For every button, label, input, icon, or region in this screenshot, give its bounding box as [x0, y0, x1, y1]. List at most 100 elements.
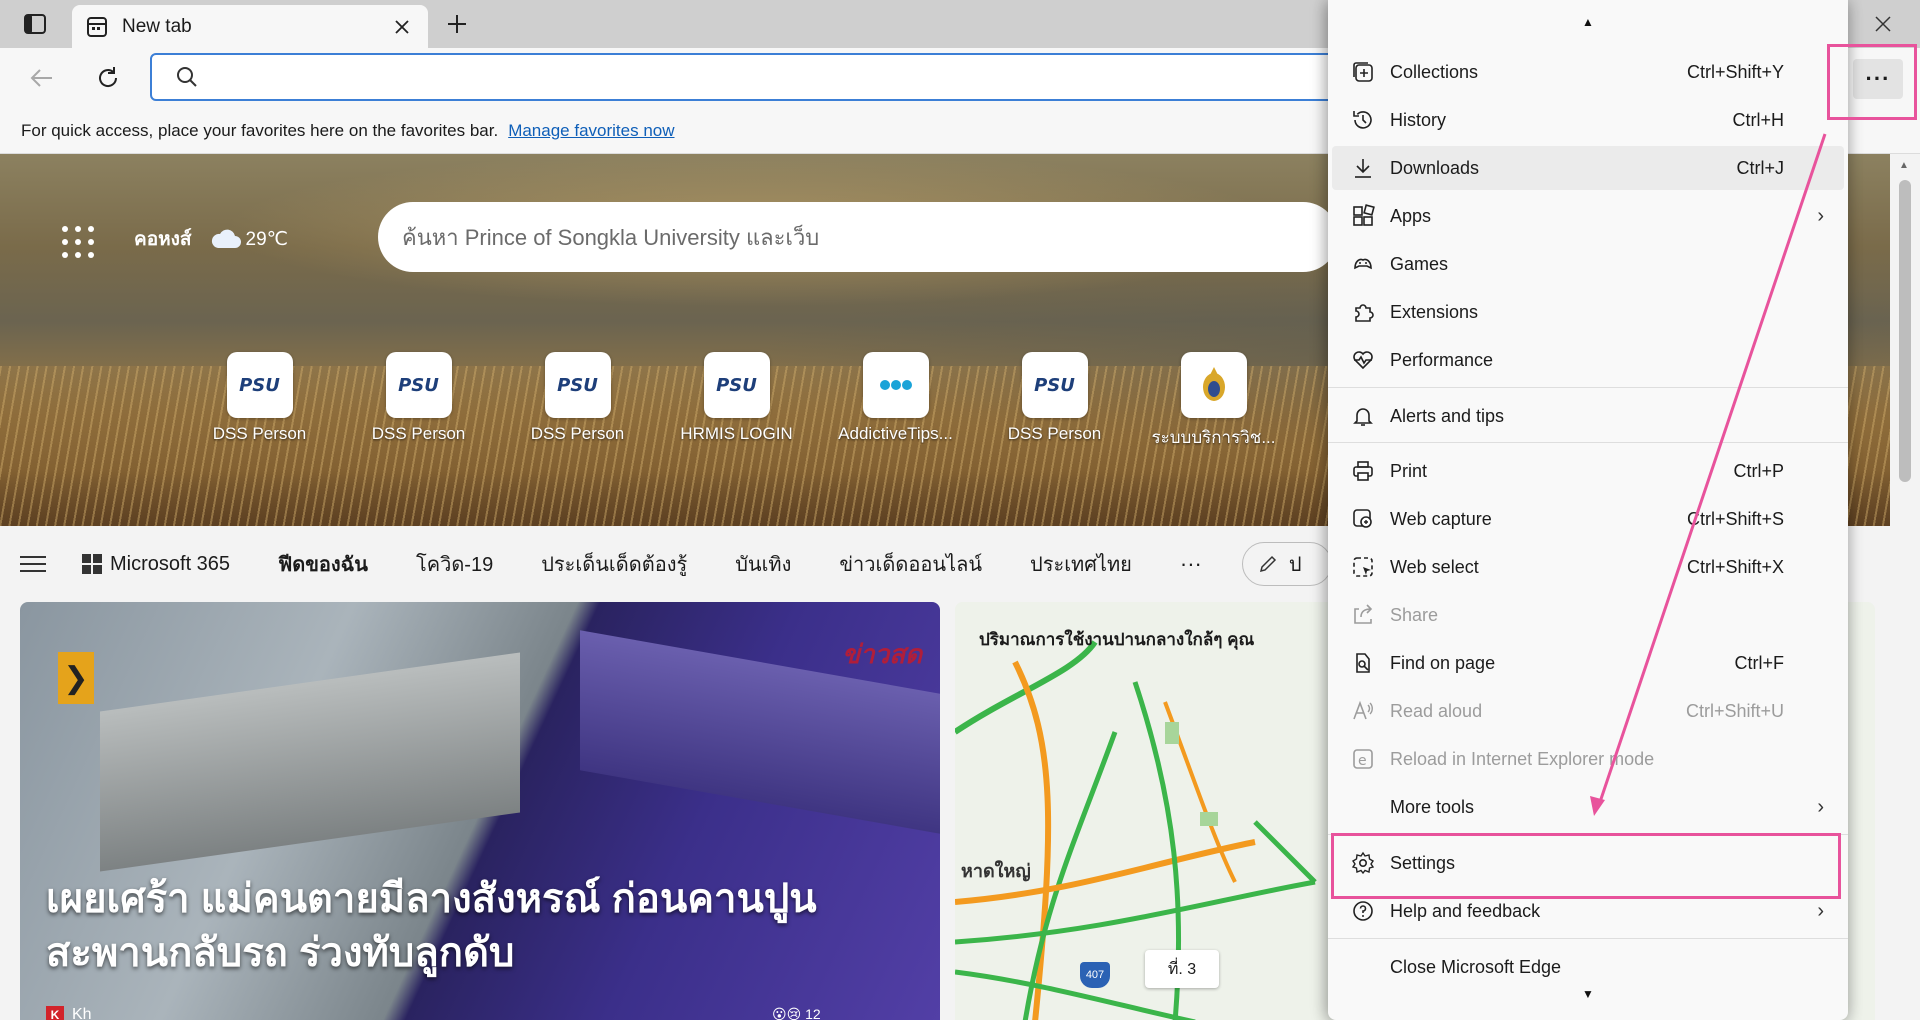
- psu-logo-icon: PSU: [385, 352, 452, 418]
- quick-link-label: DSS Person: [371, 424, 466, 443]
- history-icon: [1348, 105, 1378, 135]
- find-icon: [1348, 648, 1378, 678]
- close-icon: [1875, 16, 1891, 32]
- bell-icon: [1348, 401, 1378, 431]
- close-icon: [395, 19, 409, 34]
- headline-line-2: สะพานกลับรถ ร่วงทับลูกดับ: [46, 931, 515, 975]
- news-source: K Kh: [46, 1006, 92, 1020]
- menu-item-performance[interactable]: Performance: [1332, 338, 1844, 382]
- news-card-main[interactable]: ❯ ข่าวสด เผยเศร้า แม่คนตายมีลางสังหรณ์ ก…: [20, 602, 940, 1020]
- refresh-button[interactable]: [90, 60, 126, 96]
- nav-item-entertainment[interactable]: บันเทิง: [735, 548, 791, 580]
- help-icon: [1348, 896, 1378, 926]
- download-icon: [1348, 153, 1378, 183]
- quick-link[interactable]: PSU HRMIS LOGIN: [657, 352, 816, 451]
- microsoft-logo-icon: [82, 554, 102, 574]
- arrow-left-icon: [30, 69, 52, 87]
- news-tag: ข่าวสด: [842, 639, 922, 669]
- menu-item-shortcut: Ctrl+Shift+X: [1686, 556, 1784, 577]
- menu-item-shortcut: Ctrl+P: [1733, 460, 1784, 481]
- page-scrollbar[interactable]: ▲: [1890, 154, 1920, 1020]
- nav-item-microsoft-365[interactable]: Microsoft 365: [82, 553, 230, 576]
- emblem-logo-icon: [1180, 352, 1247, 418]
- manage-favorites-link[interactable]: Manage favorites now: [508, 121, 674, 141]
- share-icon: [1348, 600, 1378, 630]
- weather-location: คอหงส์: [134, 229, 192, 250]
- news-headline: เผยเศร้า แม่คนตายมีลางสังหรณ์ ก่อนคานปูน…: [46, 872, 926, 980]
- refresh-icon: [99, 67, 118, 87]
- pencil-icon: [1259, 555, 1276, 573]
- menu-item-more-tools[interactable]: More tools ›: [1332, 785, 1844, 829]
- card-image-bridge: [100, 652, 520, 872]
- menu-divider: [1328, 442, 1848, 443]
- scrollbar-thumb[interactable]: [1899, 180, 1911, 482]
- quick-link[interactable]: PSU DSS Person: [498, 352, 657, 451]
- menu-scroll-up-icon[interactable]: ▲: [1328, 10, 1848, 34]
- quick-link[interactable]: PSU DSS Person: [180, 352, 339, 451]
- nav-more-button[interactable]: ···: [1180, 551, 1202, 577]
- menu-item-print[interactable]: Print Ctrl+P: [1332, 449, 1844, 493]
- nav-item-trending[interactable]: ประเด็นเด็ดต้องรู้: [541, 548, 687, 580]
- menu-item-share[interactable]: Share: [1332, 593, 1844, 637]
- menu-item-history[interactable]: History Ctrl+H: [1332, 98, 1844, 142]
- menu-item-label: Close Microsoft Edge: [1390, 956, 1562, 977]
- menu-scroll-down-icon[interactable]: ▼: [1328, 982, 1848, 1006]
- nav-item-thailand[interactable]: ประเทศไทย: [1030, 548, 1132, 580]
- menu-item-shortcut: Ctrl+Shift+U: [1685, 700, 1784, 721]
- menu-item-apps[interactable]: Apps ›: [1332, 194, 1844, 238]
- active-tab[interactable]: New tab: [72, 5, 428, 48]
- traffic-card-title: ปริมาณการใช้งานปานกลางใกล้ๆ คุณ: [979, 630, 1255, 649]
- map-incident-badge[interactable]: ที่. 3: [1145, 950, 1219, 988]
- weather-temperature: 29℃: [245, 228, 289, 250]
- menu-item-label: Share: [1390, 604, 1439, 625]
- menu-item-collections[interactable]: Collections Ctrl+Shift+Y: [1332, 50, 1844, 94]
- quick-link[interactable]: ระบบบริการวิช...: [1134, 352, 1293, 451]
- menu-item-read-aloud[interactable]: Read aloud Ctrl+Shift+U: [1332, 689, 1844, 733]
- tab-actions-button[interactable]: [18, 10, 52, 38]
- psu-logo-icon: PSU: [1021, 352, 1088, 418]
- menu-item-label: More tools: [1390, 796, 1475, 817]
- performance-icon: [1348, 345, 1378, 375]
- source-name: Kh: [72, 1006, 92, 1020]
- menu-item-reload-ie-mode[interactable]: e Reload in Internet Explorer mode: [1332, 737, 1844, 781]
- personalize-button[interactable]: ป: [1241, 542, 1332, 586]
- menu-item-web-select[interactable]: Web select Ctrl+Shift+X: [1332, 545, 1844, 589]
- quick-link[interactable]: AddictiveTips...: [816, 352, 975, 451]
- web-search-box[interactable]: ค้นหา Prince of Songkla University และเว…: [378, 202, 1338, 272]
- reaction-count[interactable]: 😮😢 12: [772, 1006, 821, 1020]
- app-launcher-icon[interactable]: [62, 226, 94, 258]
- nav-item-covid[interactable]: โควิด-19: [416, 548, 493, 580]
- psu-logo-icon: PSU: [544, 352, 611, 418]
- quick-link-label: DSS Person: [530, 424, 625, 443]
- hamburger-menu-icon[interactable]: [20, 556, 46, 572]
- quick-link[interactable]: PSU DSS Person: [975, 352, 1134, 451]
- menu-item-extensions[interactable]: Extensions: [1332, 290, 1844, 334]
- search-icon: [177, 67, 197, 87]
- new-tab-button[interactable]: [440, 9, 474, 39]
- games-icon: [1348, 249, 1378, 279]
- tab-close-button[interactable]: [390, 15, 414, 39]
- menu-item-label: Performance: [1390, 349, 1494, 370]
- menu-divider: [1328, 938, 1848, 939]
- weather-widget[interactable]: คอหงส์ 29℃: [134, 224, 288, 254]
- menu-item-games[interactable]: Games: [1332, 242, 1844, 286]
- quick-link[interactable]: PSU DSS Person: [339, 352, 498, 451]
- favorites-bar-hint: For quick access, place your favorites h…: [21, 120, 499, 140]
- collections-icon: [1348, 57, 1378, 87]
- personalize-label: ป: [1288, 554, 1302, 576]
- menu-item-alerts-and-tips[interactable]: Alerts and tips: [1332, 394, 1844, 438]
- menu-item-find-on-page[interactable]: Find on page Ctrl+F: [1332, 641, 1844, 685]
- address-bar[interactable]: [150, 53, 1400, 101]
- nav-item-my-feed[interactable]: ฟีดของฉัน: [278, 548, 368, 580]
- menu-item-downloads[interactable]: Downloads Ctrl+J: [1332, 146, 1844, 190]
- menu-item-label: Apps: [1390, 205, 1432, 226]
- nav-item-online-news[interactable]: ข่าวเด็ดออนไลน์: [839, 548, 982, 580]
- menu-divider: [1328, 387, 1848, 388]
- back-button[interactable]: [24, 60, 60, 96]
- menu-item-label: Reload in Internet Explorer mode: [1390, 748, 1655, 769]
- menu-item-web-capture[interactable]: Web capture Ctrl+Shift+S: [1332, 497, 1844, 541]
- scroll-up-arrow-icon[interactable]: ▲: [1899, 160, 1909, 171]
- highlight-settings: [1331, 833, 1841, 899]
- menu-item-label: Extensions: [1390, 301, 1479, 322]
- window-close-button[interactable]: [1860, 8, 1906, 40]
